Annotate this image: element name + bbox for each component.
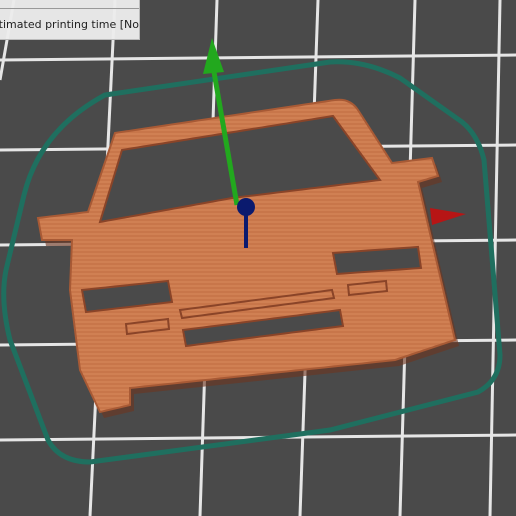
print-time-label: Estimated printing time [Normal mode]: [0, 18, 140, 31]
print-time-row: Estimated printing time [Normal mode]: 2… [0, 18, 140, 31]
print-time-overlay: Estimated printing time [Normal mode]: 2… [0, 0, 140, 40]
gizmo-z-axis-handle[interactable] [237, 198, 255, 216]
3d-viewport[interactable] [0, 0, 516, 516]
overlay-divider [0, 8, 139, 9]
